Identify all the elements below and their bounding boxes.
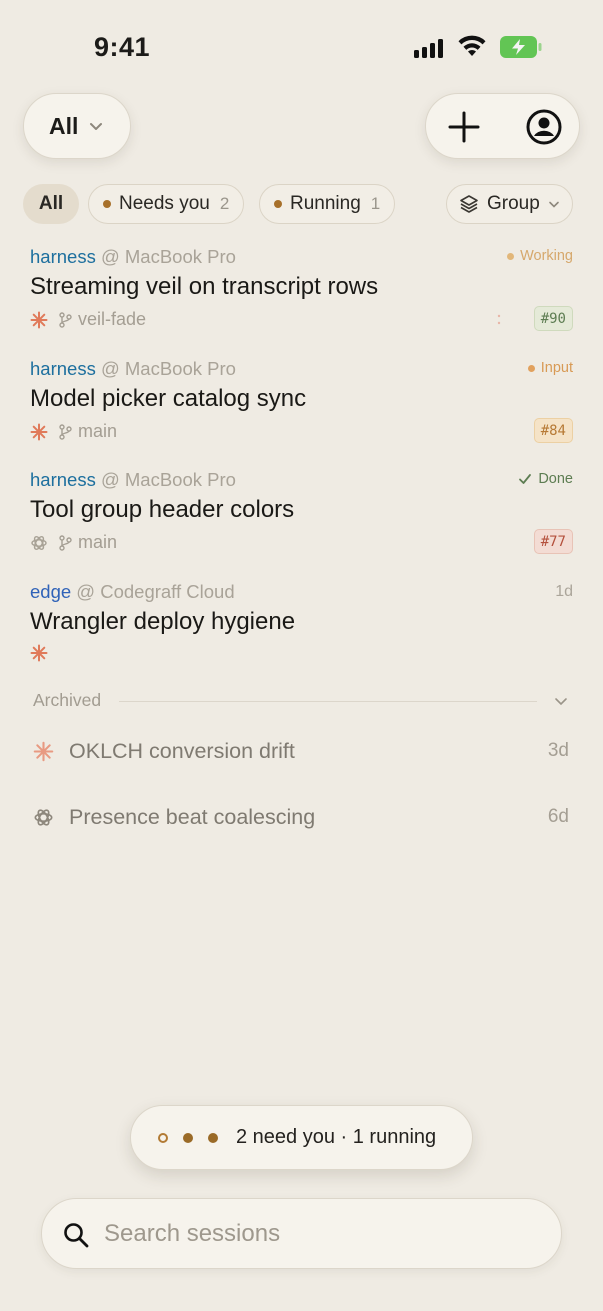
needs-you-dot [183,1132,193,1143]
session-title: Wrangler deploy hygiene [30,608,296,635]
openai-icon [34,809,53,826]
session-row[interactable]: harness @ MacBook Pro Working Streaming … [30,246,573,338]
host-at: @ [100,358,120,379]
repo-name: harness [30,469,96,490]
archived-label: Archived [33,690,102,710]
openai-icon [31,535,47,550]
profile-icon[interactable] [525,108,563,146]
running-dot [274,200,282,208]
session-title: Tool group header colors [30,496,295,523]
pending-dot [158,1132,168,1143]
archived-item[interactable]: Presence beat coalescing 6d [33,803,569,833]
status-text: Done [538,471,573,487]
status-badge: Input [527,360,573,376]
host-name: MacBook Pro [124,246,236,267]
claude-icon [30,423,48,440]
needs-you-dot [208,1132,218,1143]
branch-name: veil-fade [78,309,147,329]
session-details: main [30,532,117,553]
session-age: 1d [555,583,573,600]
session-title: Model picker catalog sync [30,385,307,412]
host-at: @ [100,246,120,267]
filter-needs-you-label: Needs you [119,193,210,214]
archived-item[interactable]: OKLCH conversion drift 3d [33,737,569,767]
archived-section-header[interactable]: Archived [33,690,571,712]
filter-bar: All Needs you 2 Running 1 Group [23,184,580,226]
claude-icon [30,644,48,662]
session-origin: harness @ MacBook Pro [30,246,236,268]
checkmark-icon [519,474,532,484]
branch-icon [59,423,72,440]
archived-title: Presence beat coalescing [69,805,316,829]
archived-age: 6d [547,806,569,827]
claude-icon [33,741,54,762]
session-origin: edge @ Codegraff Cloud [30,581,235,603]
status-badge: Working [507,248,573,264]
summary-text: 2 need you · 1 running [236,1126,437,1148]
scope-label: All [49,112,79,139]
filter-needs-you[interactable]: Needs you 2 [88,184,245,224]
battery-charging-icon [500,36,542,58]
host-at: @ [76,581,96,602]
branch-icon [59,534,72,551]
pr-badge[interactable]: #90 [533,306,573,331]
session-title: Streaming veil on transcript rows [30,273,379,300]
host-name: Codegraff Cloud [100,581,235,602]
header-actions [425,93,580,159]
session-details: main [30,421,117,442]
wifi-icon [458,35,486,56]
status-text: Input [540,360,573,376]
branch-icon [59,311,72,328]
filter-all-label: All [38,193,64,214]
needs-you-dot [103,200,111,208]
pr-badge[interactable]: #77 [533,529,573,554]
archived-title: OKLCH conversion drift [69,739,295,763]
activity-summary-pill[interactable]: 2 need you · 1 running [130,1105,473,1170]
status-time: 9:41 [94,32,151,62]
scope-selector[interactable]: All [23,93,131,159]
group-label: Group [487,193,540,214]
archived-age: 3d [547,740,569,761]
branch-name: main [78,421,118,441]
claude-icon [30,311,48,328]
session-row[interactable]: edge @ Codegraff Cloud 1d Wrangler deplo… [30,581,573,663]
repo-name: harness [30,246,96,267]
filter-running-count: 1 [370,194,381,213]
session-origin: harness @ MacBook Pro [30,358,236,380]
group-button[interactable]: Group [446,184,573,224]
cellular-signal-icon [414,38,443,58]
status-text: Working [520,248,573,264]
status-bar: 9:41 [0,0,603,90]
more-icon[interactable] [497,313,501,327]
filter-running-label: Running [290,193,361,214]
filter-needs-you-count: 2 [219,194,230,213]
session-origin: harness @ MacBook Pro [30,469,236,491]
session-details [30,644,48,662]
session-row[interactable]: harness @ MacBook Pro Input Model picker… [30,358,573,450]
host-name: MacBook Pro [124,358,236,379]
repo-name: edge [30,581,72,602]
plus-icon[interactable] [446,109,482,145]
session-details: veil-fade [30,309,146,330]
host-name: MacBook Pro [124,469,236,490]
chevron-down-icon [549,201,559,208]
branch-name: main [78,532,118,552]
repo-name: harness [30,358,96,379]
layers-icon [460,195,478,213]
session-row[interactable]: harness @ MacBook Pro Done Tool group he… [30,469,573,561]
status-badge: Done [518,471,573,487]
host-at: @ [100,469,120,490]
filter-all[interactable]: All [23,184,79,224]
pr-badge[interactable]: #84 [533,418,573,443]
chevron-down-icon [90,123,103,130]
search-input[interactable] [104,1213,524,1255]
filter-running[interactable]: Running 1 [259,184,396,224]
divider [119,701,537,702]
search-icon [64,1223,89,1248]
chevron-down-icon [555,698,567,706]
search-bar[interactable] [41,1198,562,1269]
